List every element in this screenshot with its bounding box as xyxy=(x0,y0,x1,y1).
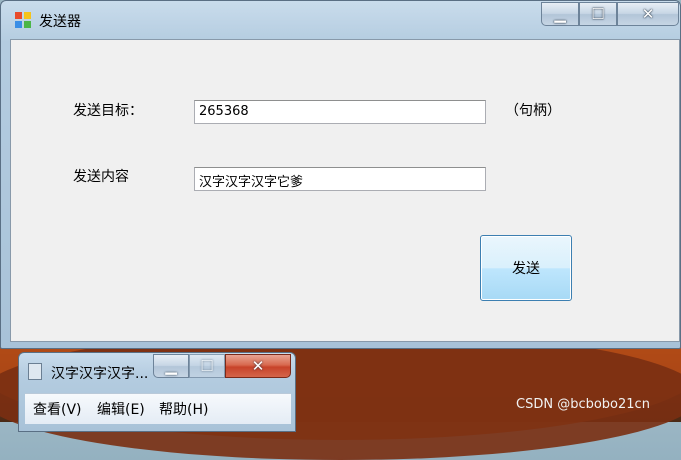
form-area: 发送目标： 265368 （句柄） 发送内容 汉字汉字汉字它爹 发送 xyxy=(10,39,680,342)
bg-close-button[interactable]: ✕ xyxy=(225,354,291,378)
bg-minimize-button[interactable]: ▁ xyxy=(153,354,189,378)
content-label: 发送内容 xyxy=(73,169,129,185)
menu-bar: 查看(V) 编辑(E) 帮助(H) xyxy=(25,393,291,424)
menu-edit[interactable]: 编辑(E) xyxy=(97,399,145,419)
background-window-title: 汉字汉字汉字... xyxy=(51,366,149,382)
minimize-button[interactable]: ▁ xyxy=(541,2,579,26)
close-button[interactable]: ✕ xyxy=(617,2,679,26)
maximize-icon: ☐ xyxy=(591,5,605,23)
close-icon: ✕ xyxy=(641,5,655,23)
title-bar[interactable]: 发送器 ▁ ☐ ✕ xyxy=(1,1,680,39)
handle-hint: （句柄） xyxy=(505,103,561,119)
target-label: 发送目标： xyxy=(73,103,143,119)
minimize-icon: ▁ xyxy=(554,5,566,23)
sender-window: 发送器 ▁ ☐ ✕ 发送目标： 265368 （句柄） 发送内容 汉字汉字汉字它… xyxy=(0,0,681,349)
target-input[interactable]: 265368 xyxy=(194,100,486,124)
maximize-icon: ☐ xyxy=(200,357,214,375)
app-icon xyxy=(15,12,31,28)
watermark: CSDN @bcbobo21cn xyxy=(516,397,650,412)
close-icon: ✕ xyxy=(251,357,265,375)
background-window[interactable]: 汉字汉字汉字... ▁ ☐ ✕ 查看(V) 编辑(E) 帮助(H) xyxy=(18,352,296,432)
maximize-button[interactable]: ☐ xyxy=(579,2,617,26)
minimize-icon: ▁ xyxy=(165,357,177,375)
bg-maximize-button[interactable]: ☐ xyxy=(189,354,225,378)
menu-view[interactable]: 查看(V) xyxy=(33,399,82,419)
notepad-icon xyxy=(28,363,42,380)
send-button[interactable]: 发送 xyxy=(480,235,572,301)
content-input[interactable]: 汉字汉字汉字它爹 xyxy=(194,167,486,191)
menu-help[interactable]: 帮助(H) xyxy=(159,399,208,419)
window-title: 发送器 xyxy=(39,14,81,30)
